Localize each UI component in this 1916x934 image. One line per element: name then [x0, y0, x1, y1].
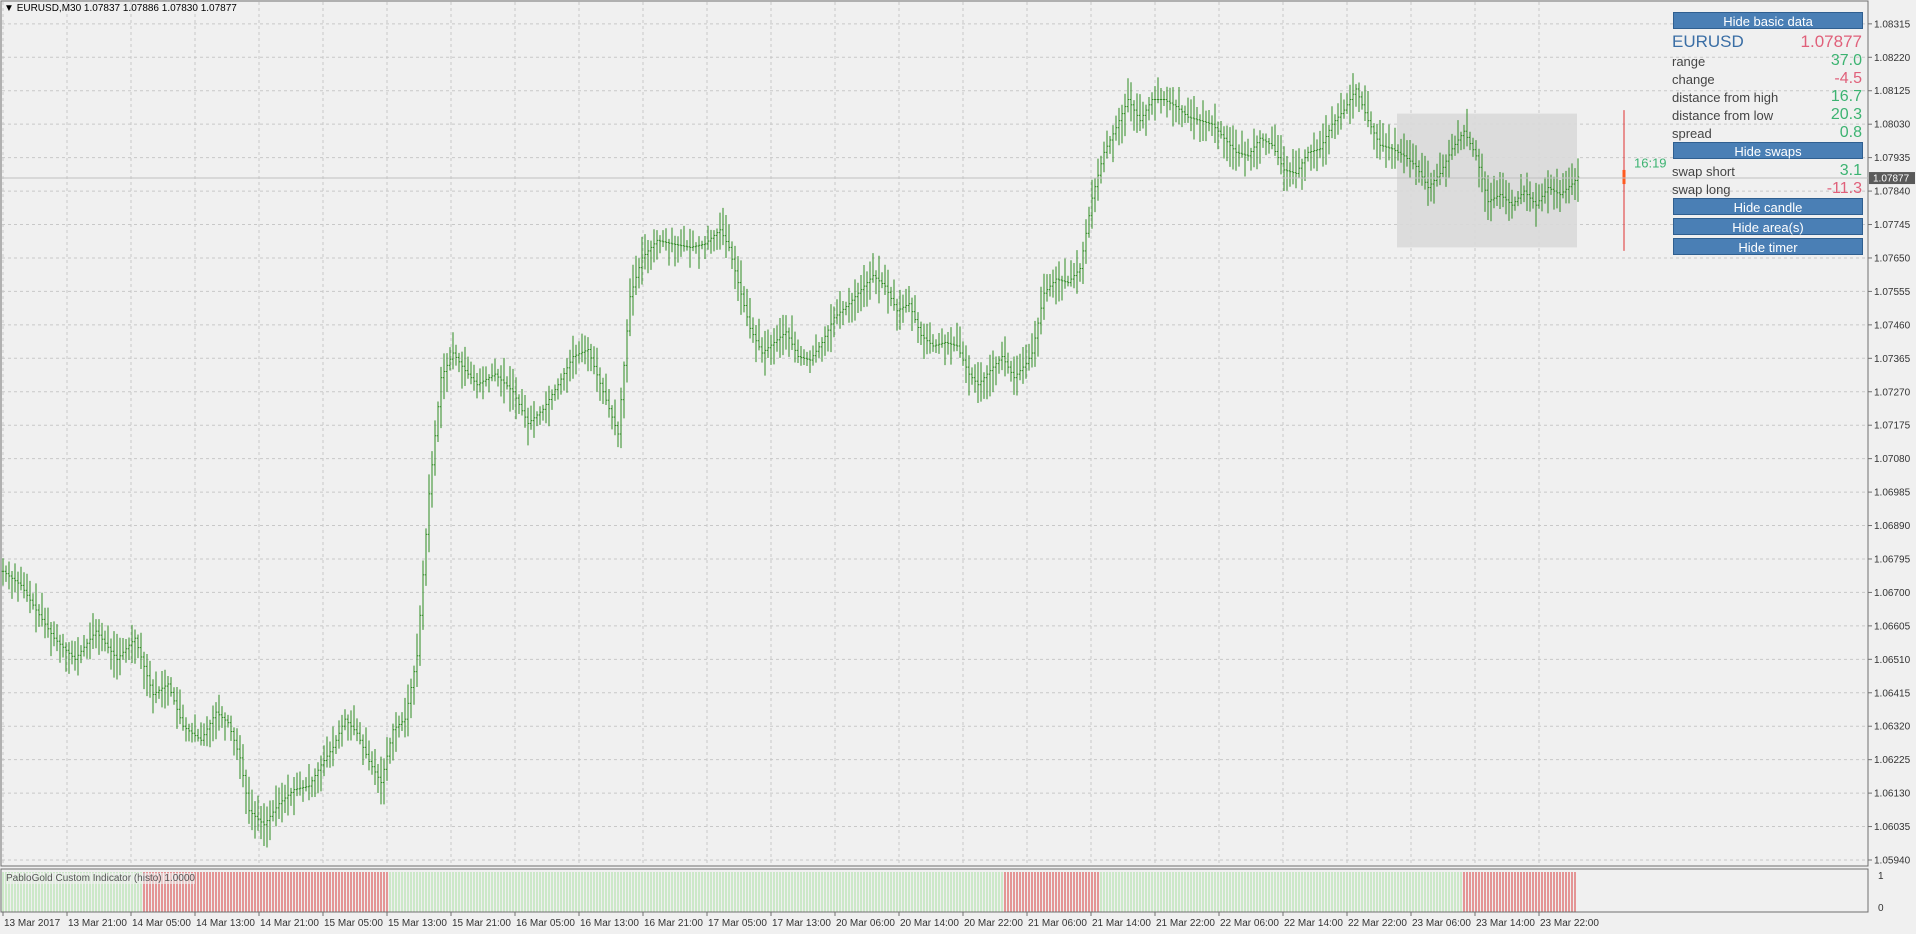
- hide-swaps-button[interactable]: Hide swaps: [1673, 142, 1863, 159]
- time-label: 17 Mar 13:00: [772, 918, 831, 929]
- distance-low-value: 20.3: [1830, 106, 1862, 123]
- time-label: 22 Mar 14:00: [1284, 918, 1343, 929]
- price-label: 1.07270: [1874, 387, 1911, 398]
- time-label: 13 Mar 2017: [4, 918, 61, 929]
- range-row: range 37.0: [1672, 52, 1864, 70]
- chart-canvas[interactable]: 1.08315 1.08220 1.08125 1.08030 1.07935 1.078…: [0, 0, 1916, 934]
- price-label: 1.07745: [1874, 220, 1911, 231]
- info-panel: Hide basic data EURUSD 1.07877 range 37.…: [1672, 12, 1864, 258]
- range-value: 37.0: [1830, 52, 1862, 69]
- chart-background: [0, 0, 1916, 934]
- time-label: 16 Mar 13:00: [580, 918, 639, 929]
- time-label: 13 Mar 21:00: [68, 918, 127, 929]
- change-value: -4.5: [1834, 70, 1862, 87]
- price-label: 1.08315: [1874, 19, 1911, 30]
- change-label: change: [1672, 72, 1715, 87]
- swap-area-rectangle: [1397, 113, 1577, 248]
- price-label: 1.06225: [1874, 755, 1911, 766]
- price-label: 1.06320: [1874, 722, 1911, 733]
- swap-long-label: swap long: [1672, 182, 1731, 197]
- time-label: 15 Mar 21:00: [452, 918, 511, 929]
- price-label: 1.06130: [1874, 789, 1911, 800]
- time-label: 20 Mar 22:00: [964, 918, 1023, 929]
- price-label: 1.06605: [1874, 621, 1911, 632]
- price-label: 1.06035: [1874, 822, 1911, 833]
- current-price-text: 1.07877: [1873, 174, 1910, 185]
- symbol-row: EURUSD 1.07877: [1672, 32, 1864, 52]
- time-label: 16 Mar 05:00: [516, 918, 575, 929]
- time-label: 21 Mar 14:00: [1092, 918, 1151, 929]
- swap-long-value: -11.3: [1826, 180, 1862, 197]
- distance-low-label: distance from low: [1672, 108, 1774, 123]
- price-label: 1.08125: [1874, 86, 1911, 97]
- time-label: 22 Mar 06:00: [1220, 918, 1279, 929]
- time-label: 14 Mar 05:00: [132, 918, 191, 929]
- price-label: 1.06795: [1874, 554, 1911, 565]
- price-label: 1.07935: [1874, 153, 1911, 164]
- time-label: 15 Mar 13:00: [388, 918, 447, 929]
- time-label: 22 Mar 22:00: [1348, 918, 1407, 929]
- distance-high-row: distance from high 16.7: [1672, 88, 1864, 106]
- swap-short-row: swap short 3.1: [1672, 162, 1864, 180]
- symbol-info-header: ▼ EURUSD,M30 1.07837 1.07886 1.07830 1.0…: [4, 3, 237, 14]
- price-label: 1.06985: [1874, 488, 1911, 499]
- price-label: 1.07460: [1874, 320, 1911, 331]
- highlight-area: [1397, 113, 1577, 248]
- distance-low-row: distance from low 20.3: [1672, 106, 1864, 124]
- time-label: 23 Mar 22:00: [1540, 918, 1599, 929]
- price-label: 1.07650: [1874, 253, 1911, 264]
- indicator-axis-bottom: 0: [1878, 903, 1884, 914]
- price-label: 1.07840: [1874, 187, 1911, 198]
- swap-short-label: swap short: [1672, 164, 1735, 179]
- countdown-timer: 16:19: [1634, 156, 1667, 171]
- price-label: 1.08220: [1874, 53, 1911, 64]
- swap-short-value: 3.1: [1839, 162, 1862, 179]
- hide-timer-button[interactable]: Hide timer: [1673, 238, 1863, 255]
- hide-candle-button[interactable]: Hide candle: [1673, 198, 1863, 215]
- price-label: 1.05940: [1874, 856, 1911, 867]
- swap-long-row: swap long -11.3: [1672, 180, 1864, 198]
- hide-areas-button[interactable]: Hide area(s): [1673, 218, 1863, 235]
- symbol-name: EURUSD: [1672, 32, 1744, 51]
- price-label: 1.06415: [1874, 688, 1911, 699]
- price-label: 1.06700: [1874, 588, 1911, 599]
- indicator-label: PabloGold Custom Indicator (histo) 1.000…: [6, 873, 195, 884]
- time-label: 21 Mar 06:00: [1028, 918, 1087, 929]
- time-label: 17 Mar 05:00: [708, 918, 767, 929]
- change-row: change -4.5: [1672, 70, 1864, 88]
- dropdown-triangle-icon[interactable]: ▼: [4, 3, 14, 14]
- time-label: 14 Mar 13:00: [196, 918, 255, 929]
- price-label: 1.07555: [1874, 287, 1911, 298]
- current-candle-body: [1622, 169, 1626, 185]
- indicator-axis-top: 1: [1878, 871, 1884, 882]
- time-label: 14 Mar 21:00: [260, 918, 319, 929]
- price-label: 1.07175: [1874, 421, 1911, 432]
- symbol-ohlc-text: EURUSD,M30 1.07837 1.07886 1.07830 1.078…: [16, 3, 237, 14]
- hide-basic-data-button[interactable]: Hide basic data: [1673, 12, 1863, 29]
- range-label: range: [1672, 54, 1706, 69]
- price-label: 1.07080: [1874, 454, 1911, 465]
- time-label: 16 Mar 21:00: [644, 918, 703, 929]
- spread-row: spread 0.8: [1672, 124, 1864, 142]
- spread-value: 0.8: [1839, 124, 1862, 141]
- time-label: 20 Mar 06:00: [836, 918, 895, 929]
- symbol-price: 1.07877: [1800, 32, 1862, 51]
- time-label: 20 Mar 14:00: [900, 918, 959, 929]
- price-label: 1.06890: [1874, 521, 1911, 532]
- price-label: 1.06510: [1874, 655, 1911, 666]
- spread-label: spread: [1672, 126, 1712, 141]
- time-label: 23 Mar 14:00: [1476, 918, 1535, 929]
- time-label: 21 Mar 22:00: [1156, 918, 1215, 929]
- distance-high-value: 16.7: [1830, 88, 1862, 105]
- price-label: 1.08030: [1874, 120, 1911, 131]
- distance-high-label: distance from high: [1672, 90, 1779, 105]
- time-label: 15 Mar 05:00: [324, 918, 383, 929]
- price-label: 1.07365: [1874, 354, 1911, 365]
- time-label: 23 Mar 06:00: [1412, 918, 1471, 929]
